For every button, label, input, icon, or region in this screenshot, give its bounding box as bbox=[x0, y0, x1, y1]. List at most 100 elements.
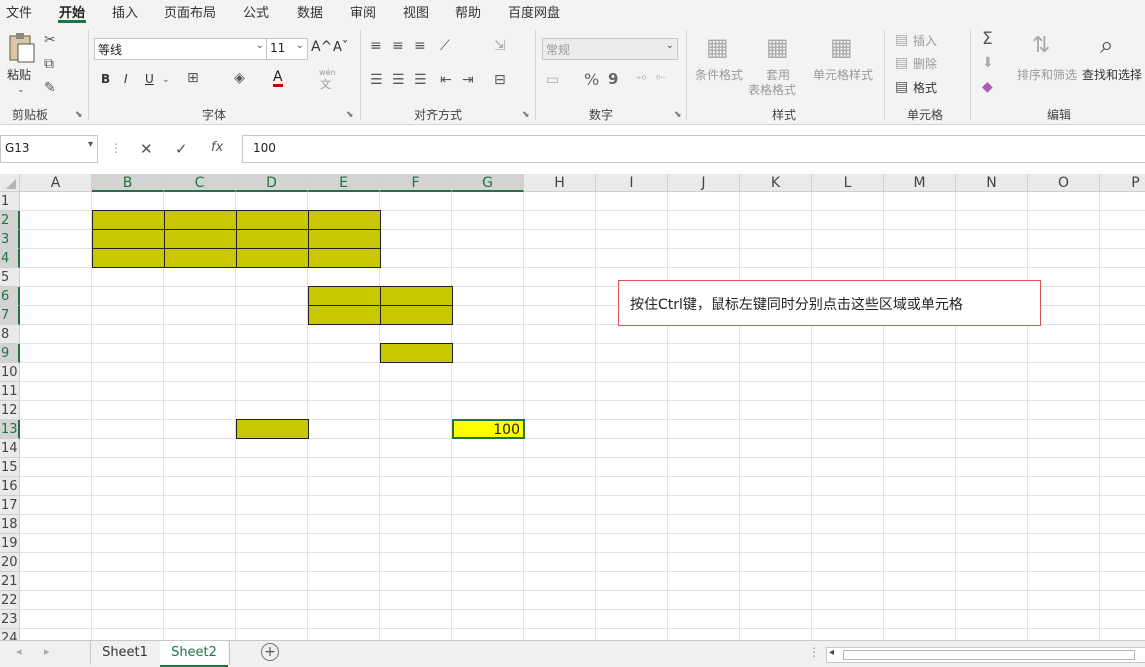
cell-e2[interactable] bbox=[308, 210, 381, 230]
tab-sheet1[interactable]: Sheet1 bbox=[92, 641, 158, 665]
row-header-3[interactable]: 3 bbox=[0, 230, 20, 249]
column-header-h[interactable]: H bbox=[524, 174, 596, 192]
row-header-20[interactable]: 20 bbox=[0, 553, 20, 572]
fill-color-icon[interactable]: ◈ bbox=[234, 70, 245, 86]
cut-icon[interactable]: ✂ bbox=[44, 32, 56, 48]
merge-center-icon[interactable]: ⊟ bbox=[494, 72, 506, 88]
row-header-5[interactable]: 5 bbox=[0, 268, 20, 287]
horizontal-scrollbar[interactable]: ◂ bbox=[826, 647, 1145, 663]
wrap-text-icon[interactable]: ⇲ bbox=[494, 38, 506, 54]
launcher-icon[interactable]: ⬊ bbox=[674, 110, 682, 120]
align-bottom-icon[interactable]: ≡ bbox=[414, 38, 426, 54]
scroll-left-icon[interactable]: ◂ bbox=[16, 645, 22, 658]
cell-c4[interactable] bbox=[164, 248, 237, 268]
chevron-down-icon[interactable]: ⌄ bbox=[162, 72, 170, 88]
insert-cells-button[interactable]: 插入 bbox=[913, 32, 937, 49]
column-header-l[interactable]: L bbox=[812, 174, 884, 192]
font-name-select[interactable]: 等线 ⌄ bbox=[94, 38, 268, 60]
format-painter-icon[interactable]: ✎ bbox=[44, 80, 56, 96]
cell-b4[interactable] bbox=[92, 248, 165, 268]
cell-b3[interactable] bbox=[92, 229, 165, 249]
format-cells-icon[interactable]: ▤ bbox=[895, 79, 908, 95]
find-select-icon[interactable]: ⌕ bbox=[1100, 32, 1113, 58]
delete-cells-button[interactable]: 删除 bbox=[913, 55, 937, 72]
decrease-indent-icon[interactable]: ⇤ bbox=[440, 72, 452, 88]
row-header-22[interactable]: 22 bbox=[0, 591, 20, 610]
cell-c3[interactable] bbox=[164, 229, 237, 249]
row-header-9[interactable]: 9 bbox=[0, 344, 20, 363]
row-header-24[interactable]: 24 bbox=[0, 629, 20, 640]
row-header-21[interactable]: 21 bbox=[0, 572, 20, 591]
italic-button[interactable]: I bbox=[124, 72, 128, 86]
format-cells-button[interactable]: 格式 bbox=[913, 79, 937, 96]
menu-insert[interactable]: 插入 bbox=[112, 2, 138, 21]
menu-file[interactable]: 文件 bbox=[6, 2, 32, 21]
column-header-p[interactable]: P bbox=[1100, 174, 1145, 192]
format-as-table-line2[interactable]: 表格格式 bbox=[748, 81, 796, 98]
sort-filter-icon[interactable]: ⇅ bbox=[1032, 34, 1050, 58]
align-center-icon[interactable]: ☰ bbox=[392, 72, 405, 88]
sort-filter-button[interactable]: 排序和筛选 bbox=[1017, 66, 1077, 83]
cell-e4[interactable] bbox=[308, 248, 381, 268]
cell-d13[interactable] bbox=[236, 419, 309, 439]
paste-button[interactable] bbox=[6, 32, 36, 64]
bold-button[interactable]: B bbox=[101, 72, 110, 86]
row-header-19[interactable]: 19 bbox=[0, 534, 20, 553]
menu-formulas[interactable]: 公式 bbox=[243, 2, 269, 21]
launcher-icon[interactable]: ⬊ bbox=[75, 110, 83, 120]
insert-cells-icon[interactable]: ▤ bbox=[895, 32, 908, 48]
cell-f6[interactable] bbox=[380, 286, 453, 306]
cell-e7[interactable] bbox=[308, 305, 381, 325]
orientation-icon[interactable]: ⟋ bbox=[440, 38, 450, 54]
grow-font-button[interactable]: A^ bbox=[311, 39, 332, 55]
align-right-icon[interactable]: ☰ bbox=[414, 72, 427, 88]
cell-f7[interactable] bbox=[380, 305, 453, 325]
row-header-15[interactable]: 15 bbox=[0, 458, 20, 477]
fill-icon[interactable]: ⬇ bbox=[982, 55, 994, 71]
font-size-select[interactable]: 11 ⌄ bbox=[266, 38, 308, 60]
delete-cells-icon[interactable]: ▤ bbox=[895, 55, 908, 71]
launcher-icon[interactable]: ⬊ bbox=[346, 110, 354, 120]
column-header-o[interactable]: O bbox=[1028, 174, 1100, 192]
increase-indent-icon[interactable]: ⇥ bbox=[462, 72, 474, 88]
format-as-table-icon[interactable]: ▦ bbox=[766, 34, 789, 60]
number-format-select[interactable]: 常规 ⌄ bbox=[542, 38, 678, 60]
column-header-m[interactable]: M bbox=[884, 174, 956, 192]
cell-b2[interactable] bbox=[92, 210, 165, 230]
row-header-23[interactable]: 23 bbox=[0, 610, 20, 629]
row-header-17[interactable]: 17 bbox=[0, 496, 20, 515]
chevron-down-icon[interactable]: ▾ bbox=[88, 139, 93, 150]
select-all-button[interactable] bbox=[0, 174, 20, 192]
row-header-4[interactable]: 4 bbox=[0, 249, 20, 268]
borders-icon[interactable]: ⊞ bbox=[187, 70, 199, 86]
enter-icon[interactable]: ✓ bbox=[175, 140, 188, 158]
column-header-b[interactable]: B bbox=[92, 174, 164, 192]
decrease-decimal-icon[interactable]: ⁰⁻ bbox=[656, 72, 666, 88]
cell-styles-button[interactable]: 单元格样式 bbox=[813, 66, 873, 83]
menu-baidu-netdisk[interactable]: 百度网盘 bbox=[508, 2, 560, 21]
row-header-12[interactable]: 12 bbox=[0, 401, 20, 420]
cell-d4[interactable] bbox=[236, 248, 309, 268]
column-header-i[interactable]: I bbox=[596, 174, 668, 192]
align-left-icon[interactable]: ☰ bbox=[370, 72, 383, 88]
paste-label[interactable]: 粘贴 bbox=[7, 66, 31, 83]
scroll-right-icon[interactable]: ▸ bbox=[44, 645, 50, 658]
cell-c2[interactable] bbox=[164, 210, 237, 230]
drag-handle-icon[interactable]: ⋮ bbox=[110, 141, 122, 155]
column-header-d[interactable]: D bbox=[236, 174, 308, 192]
increase-decimal-icon[interactable]: ⁺⁰ bbox=[636, 72, 646, 88]
find-select-button[interactable]: 查找和选择 bbox=[1082, 66, 1142, 83]
align-middle-icon[interactable]: ≡ bbox=[392, 38, 404, 54]
row-header-8[interactable]: 8 bbox=[0, 325, 20, 344]
cell-g13[interactable]: 100 bbox=[452, 419, 525, 439]
cell-e6[interactable] bbox=[308, 286, 381, 306]
menu-view[interactable]: 视图 bbox=[403, 2, 429, 21]
cell-d2[interactable] bbox=[236, 210, 309, 230]
menu-help[interactable]: 帮助 bbox=[455, 2, 481, 21]
insert-function-icon[interactable]: fx bbox=[211, 140, 223, 155]
column-header-a[interactable]: A bbox=[20, 174, 92, 192]
name-box[interactable]: G13 ▾ bbox=[0, 135, 98, 163]
clear-icon[interactable]: ◆ bbox=[982, 79, 993, 95]
menu-data[interactable]: 数据 bbox=[297, 2, 323, 21]
comma-button[interactable]: 9 bbox=[608, 70, 618, 88]
